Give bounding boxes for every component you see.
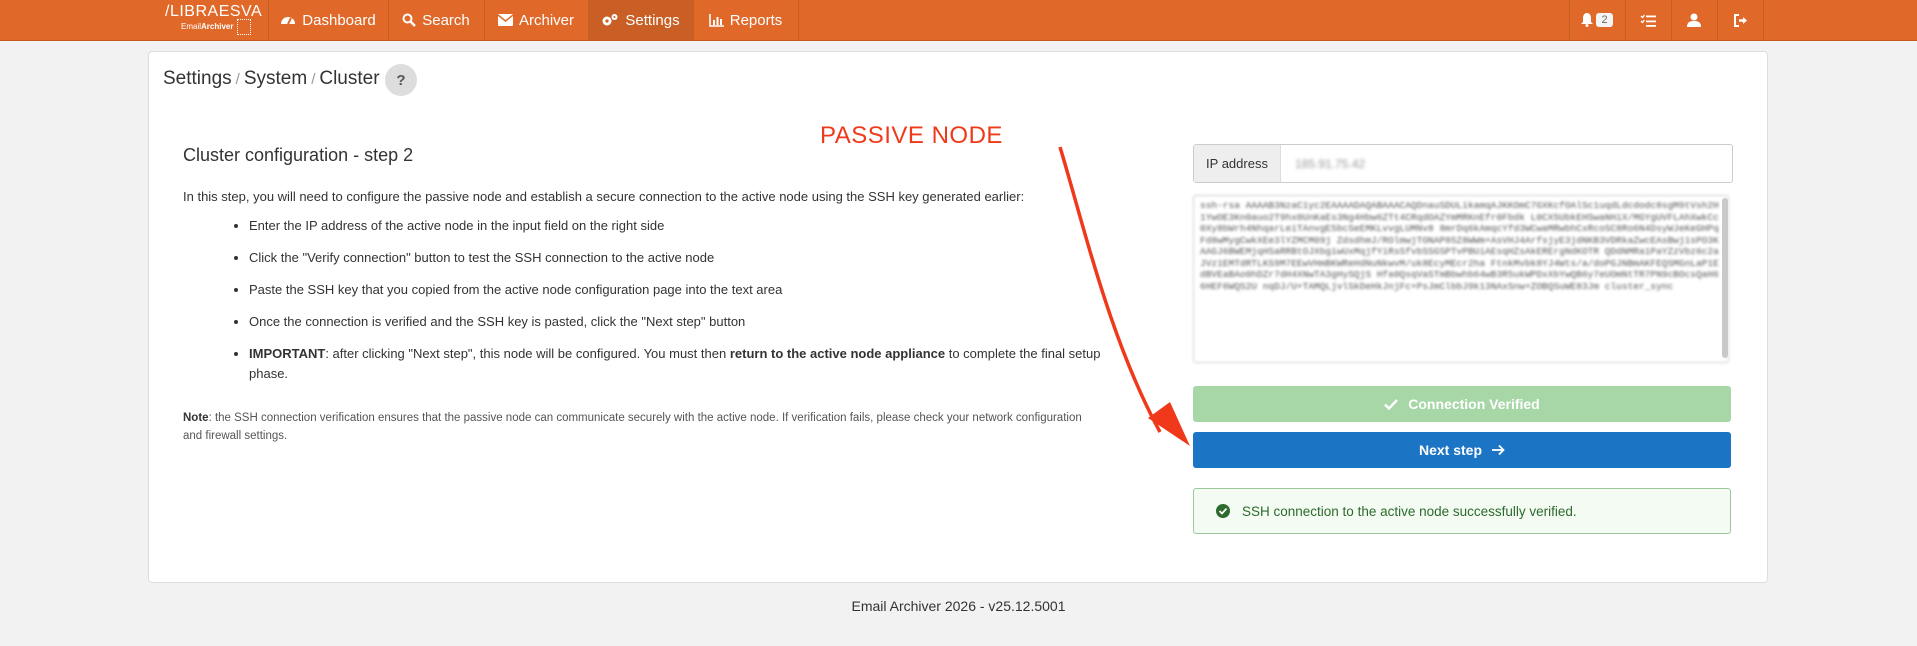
bell-icon — [1581, 13, 1594, 27]
logout-button[interactable] — [1717, 0, 1763, 40]
gears-icon — [602, 14, 618, 26]
breadcrumb-system[interactable]: System — [244, 68, 307, 89]
nav-item-search[interactable]: Search — [388, 0, 484, 40]
next-step-button[interactable]: Next step — [1193, 432, 1731, 468]
breadcrumb: Settings / System / Cluster — [163, 68, 380, 90]
note-body: : the SSH connection verification ensure… — [183, 412, 1082, 442]
libraesva-logo[interactable]: /LIBRAESVA EmailArchiver — [163, 2, 262, 36]
breadcrumb-settings[interactable]: Settings — [163, 68, 232, 89]
nav-label-settings: Settings — [625, 11, 680, 29]
nav-label-dashboard: Dashboard — [302, 11, 376, 29]
next-step-label: Next step — [1418, 442, 1483, 458]
step-item: Click the "Verify connection" button to … — [249, 248, 1119, 268]
notifications-button[interactable]: 2 — [1569, 0, 1625, 40]
success-message: SSH connection to the active node succes… — [1242, 503, 1577, 519]
check-icon — [1384, 398, 1399, 410]
user-icon — [1687, 13, 1701, 27]
ip-address-input[interactable] — [1281, 145, 1732, 182]
section-title: Cluster configuration - step 2 — [183, 145, 414, 165]
envelope-icon — [497, 14, 513, 26]
notification-count-badge: 2 — [1596, 13, 1613, 27]
breadcrumb-separator: / — [235, 71, 240, 88]
brand-subtitle: EmailArchiver — [181, 22, 233, 31]
user-profile-button[interactable] — [1671, 0, 1717, 40]
nav-item-reports[interactable]: Reports — [693, 0, 798, 40]
check-circle-icon — [1216, 504, 1230, 518]
nav-divider — [1763, 0, 1764, 40]
nav-divider — [798, 0, 799, 40]
step-item: Paste the SSH key that you copied from t… — [249, 280, 1119, 300]
top-navbar: /LIBRAESVA EmailArchiver Dashboard Searc… — [0, 0, 1917, 41]
chart-icon — [708, 13, 724, 27]
nav-label-archiver: Archiver — [518, 11, 574, 29]
step-item: Enter the IP address of the active node … — [249, 216, 1119, 236]
help-button[interactable]: ? — [385, 64, 417, 96]
important-text-1: : after clicking "Next step", this node … — [325, 346, 730, 361]
brand-sub-prefix: Email — [181, 22, 202, 31]
note-label: Note — [183, 412, 209, 424]
sign-out-icon — [1733, 13, 1747, 27]
footer-version: Email Archiver 2026 - v25.12.5001 — [851, 598, 1066, 614]
search-icon — [402, 13, 417, 27]
nav-item-dashboard[interactable]: Dashboard — [268, 0, 388, 40]
breadcrumb-separator: / — [311, 71, 316, 88]
ip-address-label: IP address — [1194, 145, 1281, 182]
step-item: Once the connection is verified and the … — [249, 312, 1119, 332]
arrow-right-icon — [1492, 444, 1505, 456]
textarea-scrollbar[interactable] — [1722, 198, 1728, 358]
brand-sub-bold: Archiver — [201, 22, 234, 31]
connection-verified-button[interactable]: Connection Verified — [1193, 386, 1731, 422]
note-text: Note: the SSH connection verification en… — [183, 409, 1103, 445]
nav-item-settings[interactable]: Settings — [588, 0, 693, 40]
important-bold-text: return to the active node appliance — [729, 346, 946, 361]
intro-text: In this step, you will need to configure… — [183, 189, 1025, 204]
ssh-key-textarea[interactable]: ssh-rsa AAAAB3NzaC1yc2EAAAADAQABAAACAQDn… — [1193, 195, 1729, 363]
important-label: IMPORTANT — [249, 346, 326, 361]
nav-label-search: Search — [422, 11, 470, 29]
success-alert: SSH connection to the active node succes… — [1193, 488, 1731, 534]
brand-mark-icon — [237, 19, 251, 35]
step-item-important: IMPORTANT: after clicking "Next step", t… — [249, 344, 1119, 384]
dashboard-icon — [281, 17, 296, 25]
passive-node-annotation: PASSIVE NODE — [820, 122, 1003, 149]
connection-verified-label: Connection Verified — [1408, 396, 1540, 412]
tasks-button[interactable] — [1625, 0, 1671, 40]
steps-list: Enter the IP address of the active node … — [183, 216, 1119, 396]
nav-item-archiver[interactable]: Archiver — [484, 0, 588, 40]
ip-address-group: IP address — [1193, 144, 1733, 183]
nav-label-reports: Reports — [729, 11, 783, 29]
breadcrumb-cluster: Cluster — [319, 68, 380, 89]
tasks-list-icon — [1640, 14, 1656, 27]
